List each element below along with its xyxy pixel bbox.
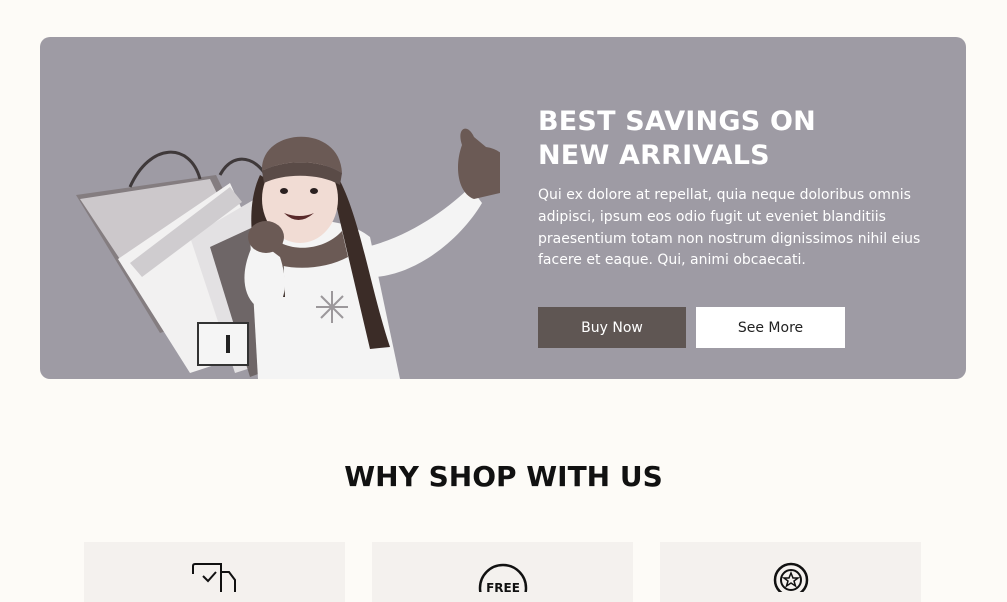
- delivery-truck-icon: [191, 563, 236, 592]
- star-badge-icon: [773, 562, 808, 592]
- free-badge-text: FREE: [486, 581, 520, 592]
- hero-banner: BEST SAVINGS ON NEW ARRIVALS Qui ex dolo…: [40, 37, 966, 379]
- feature-card-quality: [660, 542, 921, 602]
- feature-card-delivery: [84, 542, 345, 602]
- section-title: WHY SHOP WITH US: [344, 460, 663, 493]
- buy-now-button[interactable]: Buy Now: [538, 307, 686, 348]
- hero-description: Qui ex dolore at repellat, quia neque do…: [538, 187, 921, 269]
- hero-text: BEST SAVINGS ON NEW ARRIVALS Qui ex dolo…: [538, 105, 938, 272]
- hero-headline-line1: BEST SAVINGS ON: [538, 106, 816, 137]
- feature-card-free: FREE: [372, 542, 633, 602]
- hero-actions: Buy Now See More: [538, 307, 845, 348]
- shopping-girl-image: [76, 128, 500, 379]
- hero-headline-line2: NEW ARRIVALS: [538, 140, 770, 171]
- free-badge-icon: FREE: [478, 563, 527, 592]
- hero-headline: BEST SAVINGS ON NEW ARRIVALS: [538, 105, 938, 173]
- see-more-button[interactable]: See More: [696, 307, 845, 348]
